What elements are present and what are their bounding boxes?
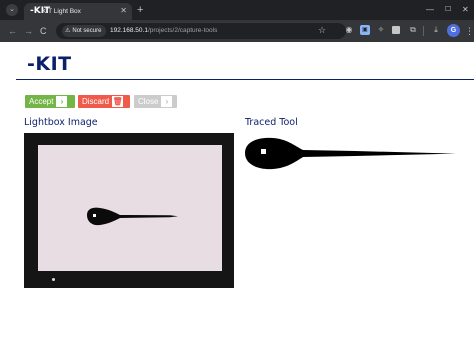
- tab-title: KIT Light Box: [42, 8, 81, 15]
- page-content: -KIT Accept › Discard 🗑 Close › Lightbox…: [0, 42, 474, 358]
- trash-icon: 🗑: [112, 96, 124, 107]
- discard-button[interactable]: Discard 🗑: [78, 95, 130, 108]
- lightbox-backlit-panel: [38, 145, 222, 271]
- header-divider: [16, 79, 474, 80]
- discard-button-label: Discard: [82, 97, 110, 106]
- accept-button-label: Accept: [29, 97, 54, 106]
- toolbar-divider: [423, 26, 424, 36]
- bookmark-star-icon[interactable]: ☆: [318, 23, 326, 37]
- address-bar[interactable]: ⚠ Not secure 192.168.50.1/projects/2/capt…: [56, 23, 346, 39]
- chevron-right-icon: ›: [161, 96, 173, 107]
- security-chip[interactable]: ⚠ Not secure: [62, 25, 107, 37]
- extension-icon[interactable]: ◉: [344, 25, 354, 35]
- minimize-icon[interactable]: —: [426, 3, 434, 17]
- extension-icon[interactable]: ✧: [376, 25, 386, 35]
- forward-arrow-icon[interactable]: →: [24, 24, 33, 38]
- tab-strip: ⌄ -KIT KIT Light Box ✕ + — ☐ ✕: [0, 0, 474, 20]
- new-tab-plus-icon[interactable]: +: [137, 3, 143, 17]
- accept-button[interactable]: Accept ›: [25, 95, 75, 108]
- extension-icon[interactable]: ▣: [360, 25, 370, 35]
- back-arrow-icon[interactable]: ←: [8, 24, 17, 38]
- profile-avatar[interactable]: G: [447, 24, 460, 37]
- extension-icon[interactable]: [392, 26, 400, 34]
- browser-toolbar: ← → C ⚠ Not secure 192.168.50.1/projects/…: [0, 20, 474, 42]
- url-text[interactable]: 192.168.50.1/projects/2/capture-tools: [110, 25, 217, 37]
- extensions-puzzle-icon[interactable]: ⧉: [408, 25, 418, 35]
- close-button-label: Close: [138, 97, 159, 106]
- marker-dot: [52, 278, 55, 281]
- url-host: 192.168.50.1: [110, 27, 148, 34]
- maximize-icon[interactable]: ☐: [445, 3, 451, 17]
- lightbox-image: [24, 133, 234, 288]
- reload-icon[interactable]: C: [40, 24, 47, 38]
- security-label: Not secure: [72, 28, 102, 34]
- download-icon[interactable]: ⤓: [431, 25, 441, 35]
- warning-icon: ⚠: [65, 28, 71, 34]
- kebab-menu-icon[interactable]: ⋮: [465, 24, 474, 38]
- kit-logo[interactable]: -KIT: [27, 53, 72, 75]
- lightbox-image-title: Lightbox Image: [24, 117, 98, 128]
- url-path: /projects/2/capture-tools: [147, 27, 218, 34]
- traced-tool-silhouette: [245, 137, 456, 170]
- traced-tool-title: Traced Tool: [245, 117, 298, 128]
- screwdriver-photo: [87, 207, 178, 226]
- chevron-right-icon: ›: [56, 96, 68, 107]
- tab-search-icon[interactable]: ⌄: [6, 4, 18, 16]
- browser-tab[interactable]: -KIT KIT Light Box ✕: [24, 3, 132, 20]
- browser-window: ⌄ -KIT KIT Light Box ✕ + — ☐ ✕ ← → C ⚠ No…: [0, 0, 474, 358]
- tab-close-icon[interactable]: ✕: [120, 5, 127, 17]
- window-close-icon[interactable]: ✕: [462, 3, 469, 17]
- close-button[interactable]: Close ›: [134, 95, 177, 108]
